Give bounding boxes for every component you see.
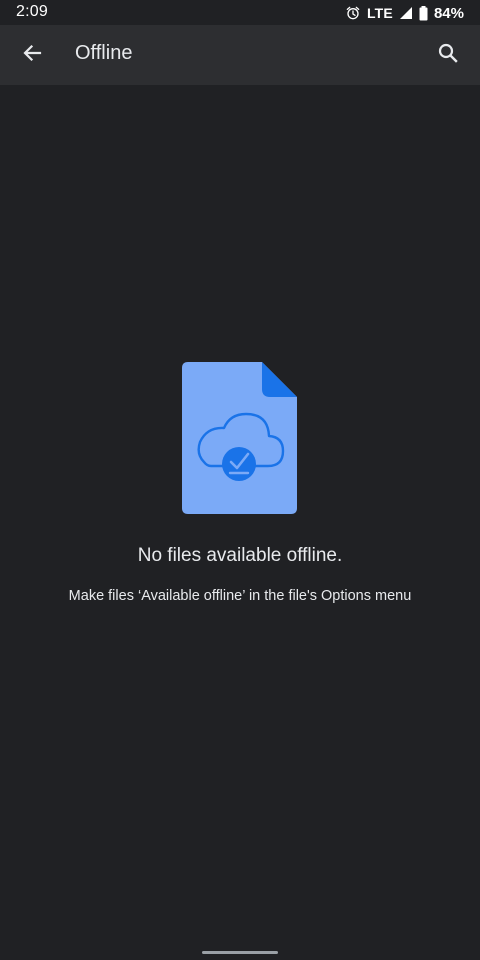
app-bar: Offline: [0, 25, 480, 85]
empty-state: No files available offline. Make files ‘…: [0, 362, 480, 606]
offline-screen: 2:09 LTE 84% Offline No files available …: [0, 0, 480, 960]
arrow-back-icon: [20, 41, 44, 70]
network-type: LTE: [366, 5, 393, 21]
empty-state-subtitle: Make files ‘Available offline’ in the fi…: [68, 588, 412, 604]
battery-percent: 84%: [433, 4, 464, 22]
empty-state-title: No files available offline.: [137, 545, 343, 566]
page-title: Offline: [75, 42, 133, 64]
gesture-home-indicator[interactable]: [202, 951, 278, 954]
status-icons: LTE 84%: [345, 2, 464, 24]
battery-icon: [419, 5, 428, 21]
search-button[interactable]: [424, 31, 472, 79]
alarm-icon: [345, 5, 361, 21]
signal-icon: [399, 6, 413, 20]
status-bar: 2:09 LTE 84%: [0, 0, 480, 25]
back-button[interactable]: [8, 31, 56, 79]
status-time: 2:09: [16, 3, 48, 20]
offline-file-cloud-icon: [0, 362, 480, 516]
search-icon: [436, 41, 460, 70]
